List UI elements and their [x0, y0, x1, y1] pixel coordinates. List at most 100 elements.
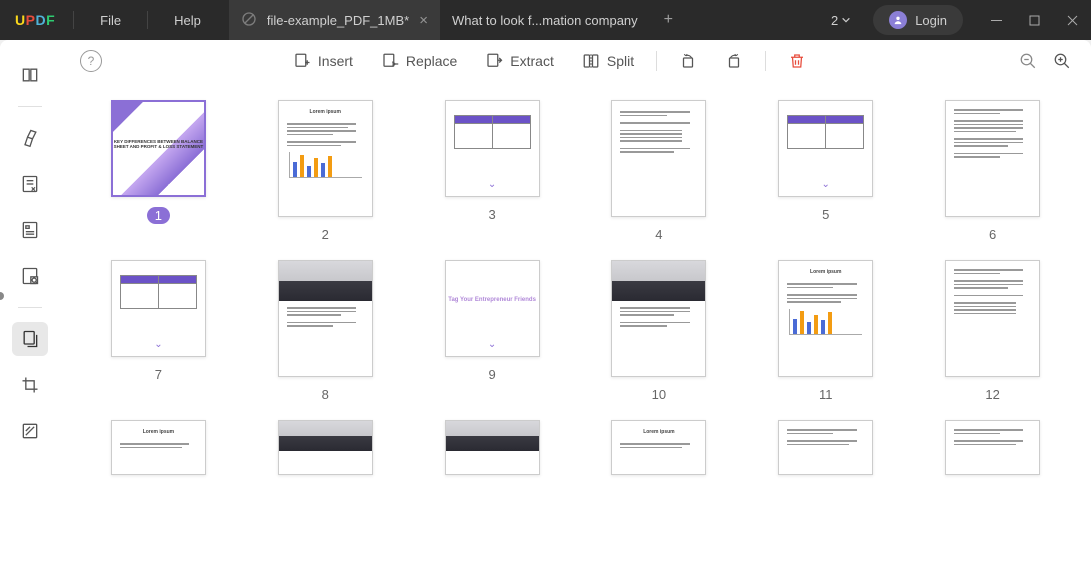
- app-logo: UPDF: [15, 12, 55, 28]
- zoom-out-icon: [1019, 52, 1037, 70]
- thumb-image[interactable]: [945, 100, 1040, 217]
- thumb-text: Lorem ipsum: [618, 429, 699, 435]
- zoom-in-button[interactable]: [1053, 52, 1071, 70]
- sidebar-reader-icon[interactable]: [12, 58, 48, 92]
- page-thumb-2: Lorem ipsum 2: [278, 100, 373, 242]
- page-number: 6: [989, 227, 996, 242]
- menu-help[interactable]: Help: [166, 13, 209, 28]
- separator: [18, 307, 42, 308]
- thumb-image[interactable]: Lorem ipsum: [778, 260, 873, 377]
- rotate-right-icon: [725, 52, 743, 70]
- page-thumb-6: 6: [945, 100, 1040, 242]
- thumb-image[interactable]: Lorem ipsum: [111, 420, 206, 475]
- delete-button[interactable]: [788, 52, 806, 70]
- replace-button[interactable]: Replace: [381, 52, 457, 70]
- thumb-image[interactable]: [278, 260, 373, 377]
- page-number: 12: [985, 387, 999, 402]
- thumb-image[interactable]: [778, 420, 873, 475]
- maximize-button[interactable]: [1015, 0, 1053, 40]
- minimize-button[interactable]: [977, 0, 1015, 40]
- page-number: 5: [822, 207, 829, 222]
- rotate-right-button[interactable]: [725, 52, 743, 70]
- replace-label: Replace: [406, 53, 457, 69]
- thumb-image[interactable]: Tag Your Entrepreneur Friends ⌄: [445, 260, 540, 357]
- thumb-text: Lorem ipsum: [118, 429, 199, 435]
- close-button[interactable]: [1053, 0, 1091, 40]
- zoom-in-icon: [1053, 52, 1071, 70]
- login-button[interactable]: Login: [873, 5, 963, 35]
- thumb-image[interactable]: [445, 420, 540, 475]
- thumb-image[interactable]: Lorem ipsum: [611, 420, 706, 475]
- separator: [765, 51, 766, 71]
- thumb-logo-icon: ⌄: [779, 179, 872, 190]
- zoom-out-button[interactable]: [1019, 52, 1037, 70]
- separator: [147, 11, 148, 29]
- page-number: 2: [322, 227, 329, 242]
- page-thumb-17: [778, 420, 873, 475]
- page-thumb-18: [945, 420, 1040, 475]
- page-thumb-15: [445, 420, 540, 475]
- tab-active[interactable]: file-example_PDF_1MB* ×: [229, 0, 440, 40]
- page-thumb-3: ⌄ 3: [445, 100, 540, 242]
- sidebar-handle[interactable]: [0, 292, 4, 300]
- sidebar-edit-icon[interactable]: [12, 167, 48, 201]
- split-label: Split: [607, 53, 634, 69]
- sidebar-watermark-icon[interactable]: [12, 414, 48, 448]
- thumb-image[interactable]: [945, 420, 1040, 475]
- thumb-image[interactable]: ⌄: [445, 100, 540, 197]
- menu-file[interactable]: File: [92, 13, 129, 28]
- page-number: 10: [652, 387, 666, 402]
- thumb-logo-icon: ⌄: [112, 339, 205, 350]
- file-disabled-icon: [241, 11, 257, 30]
- chevron-down-icon: [841, 15, 851, 25]
- thumb-image[interactable]: ⌄: [111, 260, 206, 357]
- page-thumb-8: 8: [278, 260, 373, 402]
- tab-inactive[interactable]: What to look f...mation company: [440, 0, 650, 40]
- split-button[interactable]: Split: [582, 52, 634, 70]
- sidebar-ocr-icon[interactable]: [12, 259, 48, 293]
- page-thumb-12: 12: [945, 260, 1040, 402]
- thumb-image[interactable]: [611, 260, 706, 377]
- toolbar-group: Insert Replace Extract Split: [293, 52, 634, 70]
- login-label: Login: [915, 13, 947, 28]
- rotate-left-icon: [679, 52, 697, 70]
- sidebar-form-icon[interactable]: [12, 213, 48, 247]
- close-icon[interactable]: ×: [419, 12, 428, 29]
- tab-count[interactable]: 2: [823, 13, 859, 28]
- page-thumb-9: Tag Your Entrepreneur Friends ⌄ 9: [445, 260, 540, 402]
- thumb-image[interactable]: Lorem ipsum: [278, 100, 373, 217]
- sidebar-crop-icon[interactable]: [12, 368, 48, 402]
- thumb-text: Lorem ipsum: [785, 269, 866, 275]
- thumb-image[interactable]: [611, 100, 706, 217]
- tab-add-button[interactable]: +: [650, 11, 687, 29]
- page-thumb-7: ⌄ 7: [111, 260, 206, 402]
- replace-icon: [381, 52, 399, 70]
- insert-icon: [293, 52, 311, 70]
- thumbnail-grid: KEY DIFFERENCES BETWEEN BALANCE SHEET AN…: [100, 100, 1051, 475]
- help-icon[interactable]: ?: [80, 50, 102, 72]
- trash-icon: [788, 52, 806, 70]
- avatar-icon: [889, 11, 907, 29]
- insert-button[interactable]: Insert: [293, 52, 353, 70]
- page-thumb-11: Lorem ipsum 11: [778, 260, 873, 402]
- separator: [18, 106, 42, 107]
- sidebar-annotate-icon[interactable]: [12, 121, 48, 155]
- extract-icon: [485, 52, 503, 70]
- tab-label: file-example_PDF_1MB*: [267, 13, 409, 28]
- thumb-image[interactable]: ⌄: [778, 100, 873, 197]
- thumb-image[interactable]: [945, 260, 1040, 377]
- rotate-left-button[interactable]: [679, 52, 697, 70]
- thumb-image[interactable]: KEY DIFFERENCES BETWEEN BALANCE SHEET AN…: [111, 100, 206, 197]
- workspace: ? Insert Replace Extract Split: [60, 40, 1091, 583]
- sidebar: [0, 40, 60, 583]
- sidebar-pages-icon[interactable]: [12, 322, 48, 356]
- page-number: 4: [655, 227, 662, 242]
- extract-button[interactable]: Extract: [485, 52, 554, 70]
- thumbnail-grid-container[interactable]: KEY DIFFERENCES BETWEEN BALANCE SHEET AN…: [60, 82, 1091, 583]
- page-thumb-10: 10: [611, 260, 706, 402]
- tab-strip: file-example_PDF_1MB* × What to look f..…: [229, 0, 687, 40]
- page-number: 7: [155, 367, 162, 382]
- thumb-text: KEY DIFFERENCES BETWEEN BALANCE SHEET AN…: [113, 139, 204, 149]
- thumb-image[interactable]: [278, 420, 373, 475]
- page-thumb-14: [278, 420, 373, 475]
